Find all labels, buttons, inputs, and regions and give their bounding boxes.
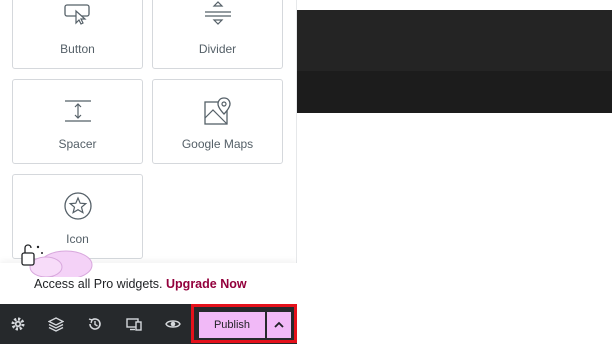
divider-icon: [204, 1, 231, 25]
responsive-icon[interactable]: [126, 316, 142, 332]
promo-message: Access all Pro widgets. Upgrade Now: [34, 277, 247, 291]
chevron-up-icon: [274, 321, 284, 328]
widget-divider[interactable]: Divider: [152, 0, 283, 69]
widget-label: Google Maps: [181, 137, 254, 151]
publish-button[interactable]: Publish: [199, 312, 265, 338]
widget-label: Spacer: [58, 137, 97, 151]
layers-icon[interactable]: [48, 316, 64, 332]
page-preview: [297, 0, 612, 344]
widget-label: Divider: [198, 42, 237, 56]
preview-eye-icon[interactable]: [165, 316, 181, 332]
history-icon[interactable]: [87, 316, 103, 332]
widget-button[interactable]: Button: [12, 0, 143, 69]
pro-upgrade-banner: Access all Pro widgets. Upgrade Now: [0, 244, 297, 304]
button-cursor-icon: [63, 4, 90, 25]
widgets-panel: Button Divider Spacer Google Maps Icon A…: [0, 0, 297, 344]
star-icon: [63, 192, 92, 220]
widget-google-maps[interactable]: Google Maps: [152, 79, 283, 164]
settings-icon[interactable]: [10, 316, 26, 332]
promo-text: Access all Pro widgets.: [34, 277, 163, 291]
publish-options-button[interactable]: [267, 312, 291, 338]
widget-spacer[interactable]: Spacer: [12, 79, 143, 164]
map-pin-icon: [203, 97, 231, 125]
spacer-icon: [64, 100, 91, 122]
dark-section-top: [297, 10, 612, 71]
lock-icon: [21, 244, 93, 277]
upgrade-now-link[interactable]: Upgrade Now: [166, 277, 247, 291]
editor-window: Button Divider Spacer Google Maps Icon A…: [0, 0, 612, 344]
widget-label: Button: [60, 42, 95, 56]
publish-highlight: Publish: [191, 304, 297, 343]
dark-section-bottom: [297, 71, 612, 113]
